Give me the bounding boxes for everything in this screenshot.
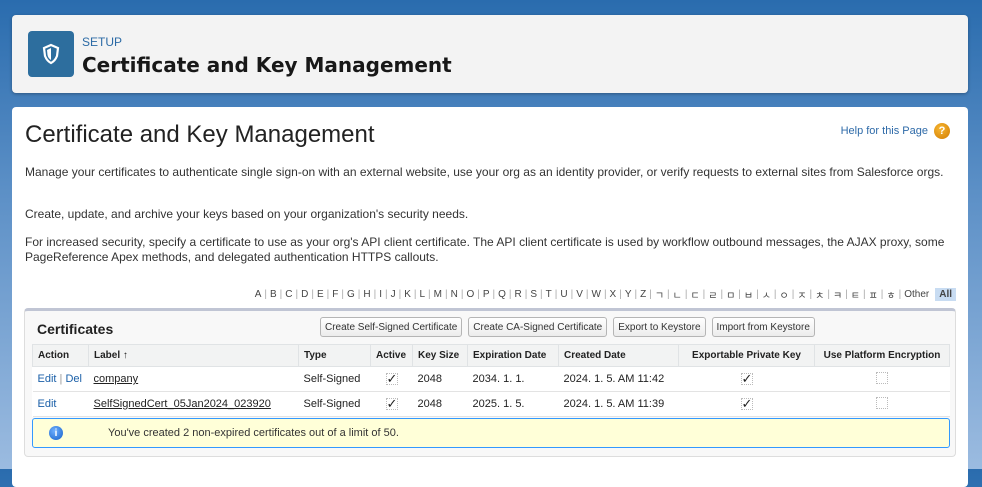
alpha-filter-o[interactable]: O — [463, 289, 477, 300]
platform-encryption-checkbox — [876, 396, 888, 409]
info-icon: i — [49, 426, 63, 440]
alpha-filter-d[interactable]: D — [298, 289, 311, 300]
alpha-filter-w[interactable]: W — [588, 289, 603, 300]
alpha-filter-a[interactable]: A — [252, 289, 265, 300]
help-label[interactable]: Help for this Page — [841, 125, 928, 137]
certificate-label-link[interactable]: company — [94, 373, 139, 385]
created-cell: 2024. 1. 5. AM 11:42 — [558, 366, 679, 392]
delete-link[interactable]: Del — [65, 373, 82, 385]
col-created[interactable]: Created Date — [558, 344, 679, 367]
export-keystore-button[interactable]: Export to Keystore — [613, 317, 706, 337]
alpha-filter-t[interactable]: T — [543, 289, 555, 300]
import-keystore-button[interactable]: Import from Keystore — [711, 317, 815, 337]
alpha-filter-other[interactable]: Other — [901, 289, 932, 300]
col-type[interactable]: Type — [298, 344, 371, 367]
alpha-filter-k[interactable]: K — [401, 289, 414, 300]
alpha-filter-b[interactable]: B — [267, 289, 280, 300]
alpha-filter-f[interactable]: F — [329, 289, 341, 300]
expiration-cell: 2025. 1. 5. — [467, 391, 559, 417]
alpha-filter-r[interactable]: R — [512, 289, 525, 300]
alpha-filter-hangul-5[interactable]: ㅁ — [723, 287, 738, 302]
alpha-filter-s[interactable]: S — [527, 289, 540, 300]
alpha-filter-hangul-3[interactable]: ㄷ — [687, 287, 702, 302]
alpha-filter-n[interactable]: N — [448, 289, 461, 300]
page-title: Certificate and Key Management — [25, 121, 375, 148]
col-exportable[interactable]: Exportable Private Key — [678, 344, 815, 367]
alpha-filter-hangul-13[interactable]: ㅍ — [866, 287, 881, 302]
alphabet-filter: A | B | C | D | E | F | G | H | I | J | K | L | M | N | O | P | Q | R | S | T |… — [252, 287, 956, 302]
page-header: SETUP Certificate and Key Management — [12, 15, 968, 93]
col-expiration[interactable]: Expiration Date — [467, 344, 559, 367]
alpha-filter-l[interactable]: L — [416, 289, 428, 300]
platform-encryption-checkbox — [876, 371, 888, 384]
alpha-filter-m[interactable]: M — [431, 289, 445, 300]
alpha-filter-hangul-6[interactable]: ㅂ — [741, 287, 756, 302]
created-cell: 2024. 1. 5. AM 11:39 — [558, 391, 679, 417]
shield-icon — [28, 31, 74, 77]
alpha-filter-hangul-4[interactable]: ㄹ — [705, 287, 720, 302]
help-link[interactable]: Help for this Page? — [841, 123, 950, 139]
alpha-filter-hangul-8[interactable]: ㅇ — [777, 287, 792, 302]
certificates-title: Certificates — [37, 321, 114, 337]
alpha-filter-p[interactable]: P — [480, 289, 493, 300]
alpha-filter-x[interactable]: X — [607, 289, 620, 300]
col-action: Action — [32, 344, 89, 367]
alpha-filter-hangul-1[interactable]: ㄱ — [652, 287, 667, 302]
certificate-label-link[interactable]: SelfSignedCert_05Jan2024_023920 — [94, 398, 271, 410]
key-size-cell: 2048 — [412, 391, 468, 417]
description-3: For increased security, specify a certif… — [25, 235, 945, 264]
exportable-checkbox: ✓ — [740, 395, 753, 411]
col-platform-encryption[interactable]: Use Platform Encryption — [814, 344, 950, 367]
alpha-filter-u[interactable]: U — [557, 289, 570, 300]
alpha-filter-q[interactable]: Q — [495, 289, 509, 300]
setup-eyebrow: SETUP — [82, 35, 123, 49]
certificates-table: Action Label ↑ Type Active Key Size Expi… — [32, 344, 950, 417]
col-key-size[interactable]: Key Size — [412, 344, 468, 367]
help-question-icon[interactable]: ? — [934, 123, 950, 139]
description-2: Create, update, and archive your keys ba… — [25, 207, 469, 221]
info-text: You've created 2 non-expired certificate… — [108, 427, 399, 439]
table-row: Edit SelfSignedCert_05Jan2024_023920 Sel… — [32, 391, 950, 417]
alpha-filter-hangul-10[interactable]: ㅊ — [812, 287, 827, 302]
alpha-filter-c[interactable]: C — [282, 289, 295, 300]
header-title: Certificate and Key Management — [82, 53, 452, 77]
edit-link[interactable]: Edit — [38, 398, 57, 410]
active-checkbox: ✓ — [385, 395, 398, 411]
main-panel: Certificate and Key Management Help for … — [12, 107, 968, 487]
expiration-cell: 2034. 1. 1. — [467, 366, 559, 392]
alpha-filter-hangul-12[interactable]: ㅌ — [848, 287, 863, 302]
description-1: Manage your certificates to authenticate… — [25, 165, 944, 179]
alpha-filter-j[interactable]: J — [388, 289, 399, 300]
col-label[interactable]: Label ↑ — [88, 344, 299, 367]
edit-link[interactable]: Edit — [38, 373, 57, 385]
create-ca-signed-button[interactable]: Create CA-Signed Certificate — [468, 317, 608, 337]
alpha-filter-g[interactable]: G — [344, 289, 358, 300]
alpha-filter-all[interactable]: All — [935, 288, 956, 301]
type-cell: Self-Signed — [298, 366, 371, 392]
active-checkbox: ✓ — [385, 370, 398, 386]
alpha-filter-z[interactable]: Z — [637, 289, 649, 300]
alpha-filter-e[interactable]: E — [314, 289, 327, 300]
alpha-filter-i[interactable]: I — [376, 289, 385, 300]
exportable-checkbox: ✓ — [740, 370, 753, 386]
alpha-filter-h[interactable]: H — [360, 289, 373, 300]
alpha-filter-hangul-14[interactable]: ㅎ — [883, 287, 898, 302]
key-size-cell: 2048 — [412, 366, 468, 392]
alpha-filter-v[interactable]: V — [573, 289, 586, 300]
type-cell: Self-Signed — [298, 391, 371, 417]
alpha-filter-hangul-9[interactable]: ㅈ — [794, 287, 809, 302]
alpha-filter-hangul-2[interactable]: ㄴ — [670, 287, 685, 302]
alpha-filter-y[interactable]: Y — [622, 289, 635, 300]
certificates-section: Certificates Create Self-Signed Certific… — [24, 308, 956, 457]
alpha-filter-hangul-7[interactable]: ㅅ — [759, 287, 774, 302]
info-message: i You've created 2 non-expired certificat… — [32, 418, 950, 448]
col-active[interactable]: Active — [370, 344, 413, 367]
table-row: Edit | Del company Self-Signed ✓ 2048 20… — [32, 366, 950, 392]
create-self-signed-button[interactable]: Create Self-Signed Certificate — [320, 317, 463, 337]
alpha-filter-hangul-11[interactable]: ㅋ — [830, 287, 845, 302]
